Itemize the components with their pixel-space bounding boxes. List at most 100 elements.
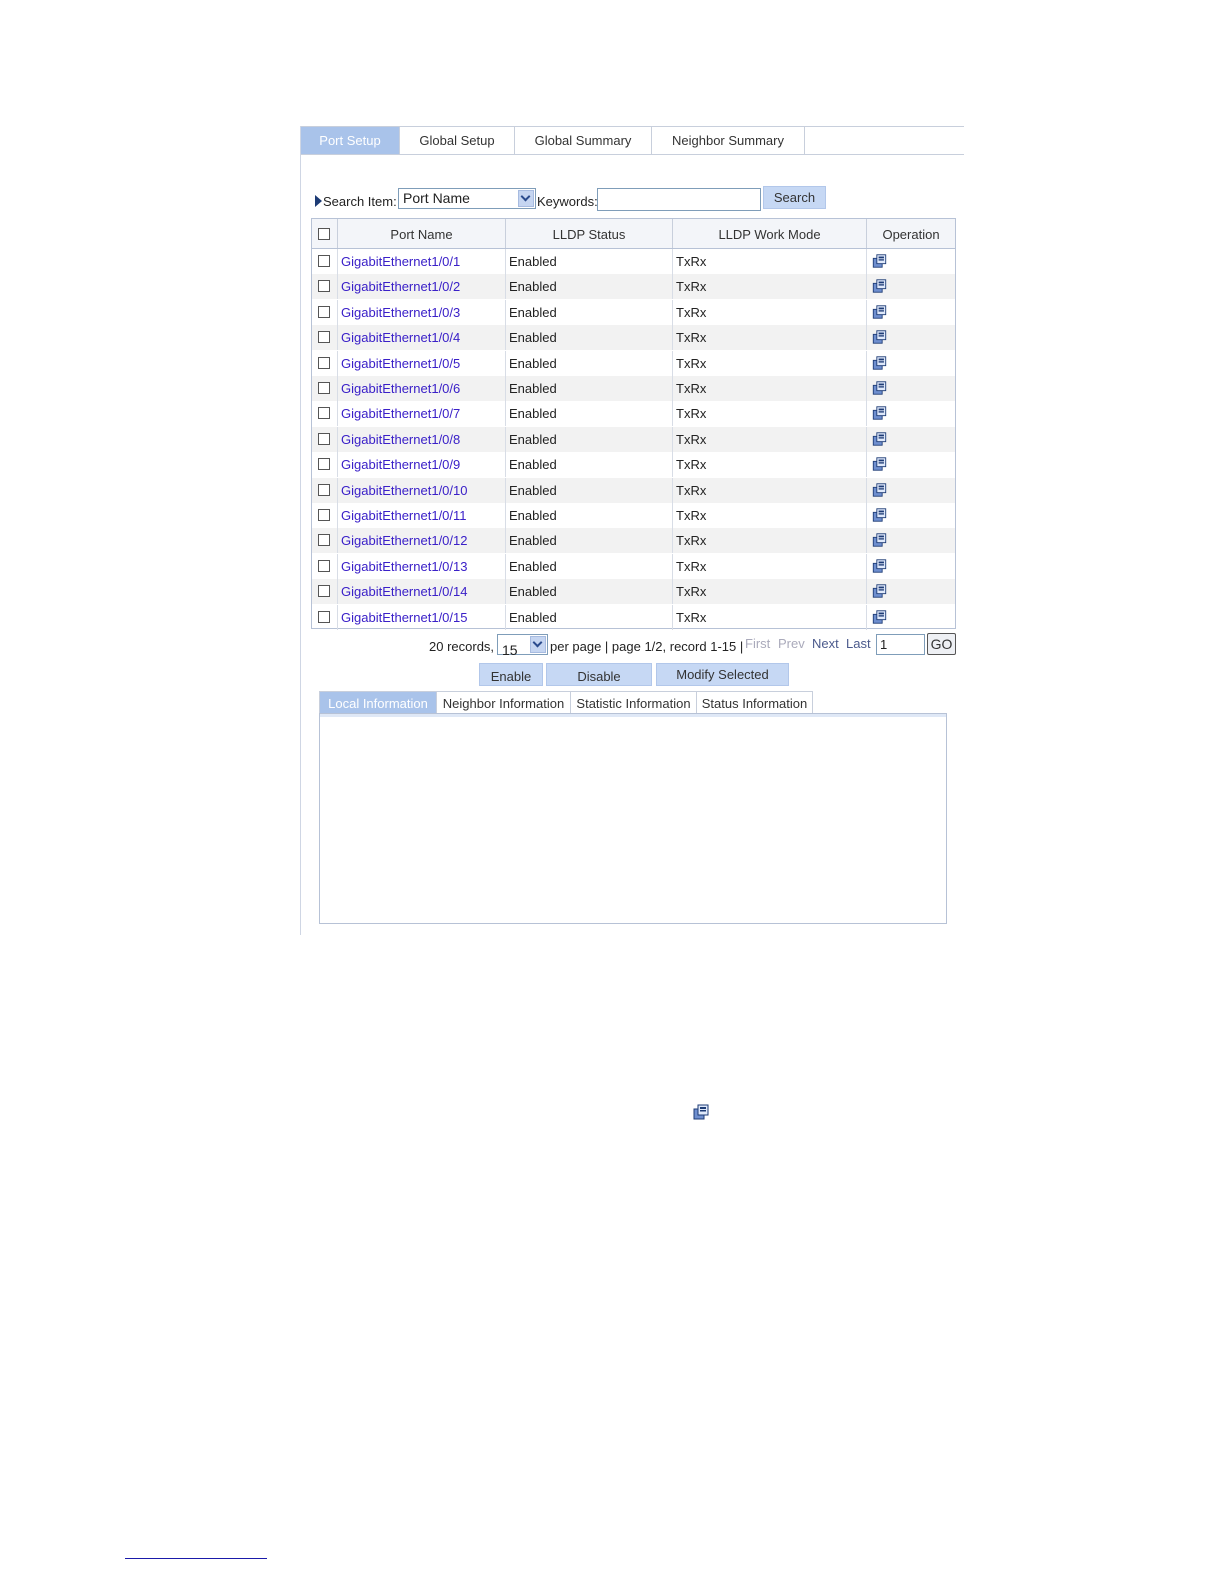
last-link[interactable]: Last [846,636,871,651]
modify-icon[interactable] [871,380,888,396]
lldp-status-cell: Enabled [506,503,673,528]
row-select-cell [312,477,338,503]
first-link[interactable]: First [745,636,770,651]
enable-button[interactable]: Enable [479,663,543,686]
port-name-link[interactable]: GigabitEthernet1/0/3 [338,299,506,325]
modify-icon[interactable] [871,253,888,269]
row-select-cell [312,376,338,401]
chevron-down-icon[interactable] [530,636,546,653]
row-checkbox[interactable] [318,255,330,267]
row-checkbox[interactable] [318,432,330,445]
port-name-link[interactable]: GigabitEthernet1/0/5 [338,350,506,376]
lldp-panel: Port Setup Global Setup Global Summary N… [300,126,965,935]
modify-icon[interactable] [871,609,888,625]
row-select-cell [312,299,338,325]
modify-icon[interactable] [871,558,888,574]
keywords-input[interactable] [597,188,761,211]
port-name-link[interactable]: GigabitEthernet1/0/15 [338,604,506,630]
modify-icon[interactable] [871,278,888,294]
port-name-link[interactable]: GigabitEthernet1/0/9 [338,452,506,478]
port-name-link[interactable]: GigabitEthernet1/0/6 [338,376,506,401]
select-all-cell [312,219,338,248]
row-select-cell [312,249,338,274]
lldp-work-mode-cell: TxRx [673,325,867,351]
port-name-link[interactable]: GigabitEthernet1/0/11 [338,503,506,528]
search-item-value: Port Name [403,190,470,206]
disable-button[interactable]: Disable [546,663,652,686]
operation-cell [867,605,955,630]
table-row: GigabitEthernet1/0/5 Enabled TxRx [312,350,955,376]
modify-icon[interactable] [871,405,888,421]
row-checkbox[interactable] [318,305,330,318]
row-checkbox[interactable] [318,559,330,572]
page-info: per page | page 1/2, record 1-15 | [550,639,744,654]
lldp-work-mode-cell: TxRx [673,426,867,452]
modify-icon[interactable] [871,583,888,599]
tab-neighbor-summary[interactable]: Neighbor Summary [652,127,805,154]
tab-global-summary[interactable]: Global Summary [515,127,652,154]
port-name-link[interactable]: GigabitEthernet1/0/13 [338,553,506,579]
lldp-status-cell: Enabled [506,579,673,605]
col-port-name[interactable]: Port Name [338,219,506,248]
lldp-work-mode-cell: TxRx [673,376,867,401]
port-name-link[interactable]: GigabitEthernet1/0/2 [338,274,506,300]
lldp-status-cell: Enabled [506,325,673,351]
row-checkbox[interactable] [318,356,330,369]
prev-link[interactable]: Prev [778,636,805,651]
operation-cell [867,554,955,579]
modify-icon[interactable] [871,355,888,371]
table-row: GigabitEthernet1/0/8 Enabled TxRx [312,426,955,452]
next-link[interactable]: Next [812,636,839,651]
row-checkbox[interactable] [318,382,330,394]
search-button[interactable]: Search [763,186,826,209]
port-name-link[interactable]: GigabitEthernet1/0/4 [338,325,506,351]
tab-statistic-information[interactable]: Statistic Information [570,691,697,713]
port-name-link[interactable]: GigabitEthernet1/0/7 [338,401,506,427]
modify-icon[interactable] [871,304,888,320]
tab-local-information[interactable]: Local Information [319,691,437,713]
select-all-checkbox[interactable] [318,228,330,240]
triangle-right-icon [315,195,322,207]
port-name-link[interactable]: GigabitEthernet1/0/12 [338,528,506,554]
operation-cell [867,325,955,350]
table-row: GigabitEthernet1/0/10 Enabled TxRx [312,477,955,503]
lldp-status-cell: Enabled [506,426,673,452]
page-number-input[interactable]: 1 [876,634,925,655]
row-checkbox[interactable] [318,534,330,547]
go-button[interactable]: GO [927,633,956,655]
modify-icon[interactable] [871,431,888,447]
info-tabbar: Local Information Neighbor Information S… [319,691,947,713]
row-checkbox[interactable] [318,331,330,344]
port-name-link[interactable]: GigabitEthernet1/0/10 [338,477,506,503]
tab-status-information[interactable]: Status Information [696,691,813,713]
modify-icon[interactable] [871,456,888,472]
modify-icon[interactable] [871,482,888,498]
col-lldp-work-mode[interactable]: LLDP Work Mode [673,219,867,248]
port-name-link[interactable]: GigabitEthernet1/0/8 [338,426,506,452]
modify-selected-button[interactable]: Modify Selected [656,663,789,686]
modify-icon[interactable] [871,532,888,548]
row-checkbox[interactable] [318,280,330,293]
operation-cell [867,528,955,553]
info-panel-strip [320,714,946,717]
modify-icon[interactable] [871,329,888,345]
tab-port-setup[interactable]: Port Setup [301,127,400,154]
row-checkbox[interactable] [318,585,330,598]
col-lldp-status[interactable]: LLDP Status [506,219,673,248]
row-checkbox[interactable] [318,509,330,521]
port-name-link[interactable]: GigabitEthernet1/0/1 [338,249,506,274]
modify-icon[interactable] [871,507,888,523]
port-name-link[interactable]: GigabitEthernet1/0/14 [338,579,506,605]
row-select-cell [312,274,338,300]
per-page-select[interactable]: 15 [497,634,548,658]
row-checkbox[interactable] [318,610,330,623]
operation-cell [867,300,955,325]
tab-global-setup[interactable]: Global Setup [400,127,515,154]
operation-cell [867,401,955,426]
chevron-down-icon[interactable] [518,190,534,207]
search-item-select[interactable]: Port Name [398,188,536,209]
row-checkbox[interactable] [318,483,330,496]
row-checkbox[interactable] [318,407,330,420]
row-checkbox[interactable] [318,458,330,471]
tab-neighbor-information[interactable]: Neighbor Information [436,691,571,713]
